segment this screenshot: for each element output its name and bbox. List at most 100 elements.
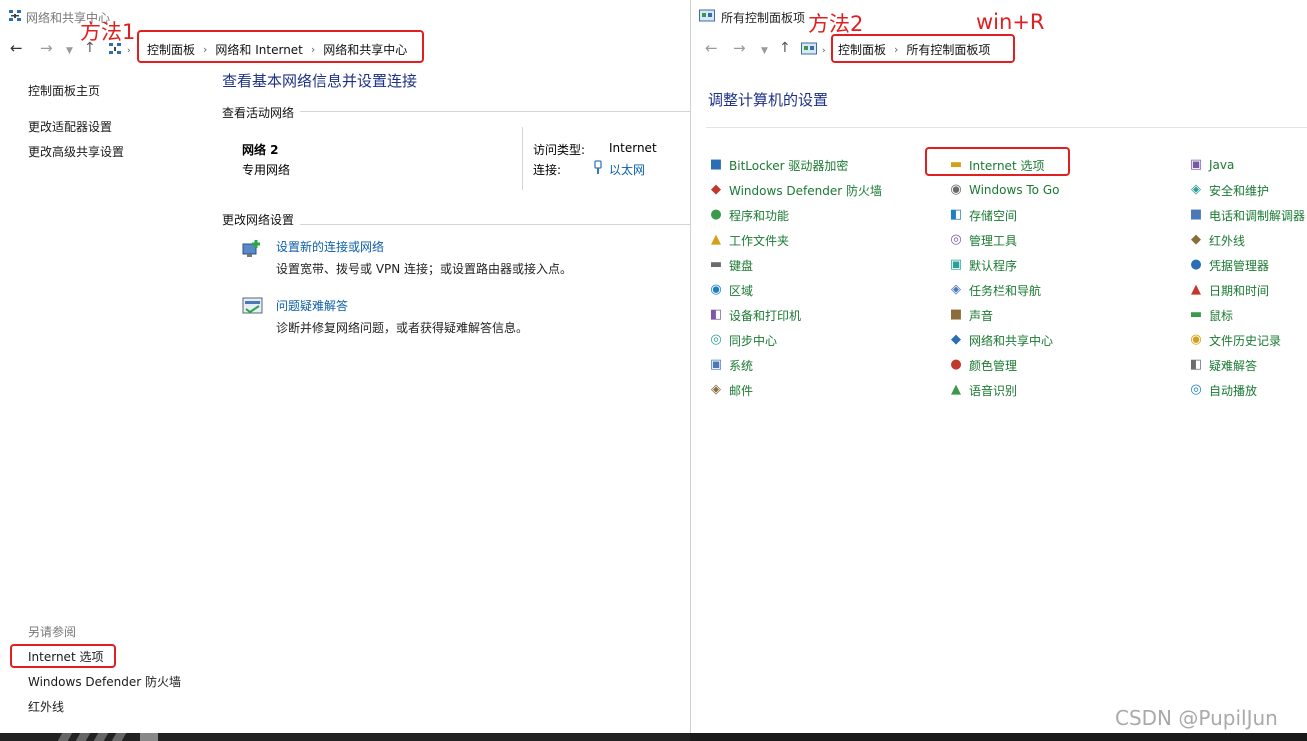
window-title: 所有控制面板项 — [721, 11, 806, 25]
chevron-down-icon[interactable]: ▼ — [66, 41, 73, 61]
control-panel-item[interactable]: ▲ 工作文件夹 — [708, 230, 789, 250]
control-panel-item-icon: ◆ — [1191, 232, 1201, 247]
control-panel-item[interactable]: ◆ 红外线 — [1188, 230, 1245, 250]
control-panel-item-icon: ◈ — [711, 382, 721, 397]
control-panel-item[interactable]: ■ 声音 — [948, 305, 993, 325]
change-adapter-settings-link[interactable]: 更改适配器设置 — [28, 118, 112, 135]
control-panel-item-icon: ◆ — [951, 332, 961, 347]
troubleshoot-icon — [242, 297, 263, 314]
control-panel-item[interactable]: ◉ 文件历史记录 — [1188, 330, 1281, 350]
control-panel-item-label: 设备和打印机 — [729, 308, 802, 323]
control-panel-item-icon: ● — [950, 357, 962, 372]
access-type-value: Internet — [609, 141, 657, 155]
control-panel-item-label: Windows To Go — [969, 183, 1060, 197]
up-arrow-icon[interactable]: ↑ — [779, 38, 791, 58]
control-panel-item-label: 电话和调制解调器 — [1209, 208, 1306, 223]
control-panel-item-icon: ▲ — [1191, 282, 1201, 297]
see-also-label: 另请参阅 — [28, 625, 77, 639]
control-panel-item-label: 文件历史记录 — [1209, 333, 1282, 348]
control-panel-item-label: 鼠标 — [1209, 308, 1234, 323]
control-panel-item-label: 邮件 — [729, 383, 754, 398]
troubleshoot-desc: 诊断并修复网络问题，或者获得疑难解答信息。 — [276, 321, 529, 335]
annotation-win-r: win+R — [976, 10, 1045, 34]
control-panel-item-label: 声音 — [969, 308, 994, 323]
back-arrow-icon[interactable]: ← — [705, 38, 718, 58]
control-panel-item[interactable]: ■ BitLocker 驱动器加密 — [708, 155, 849, 175]
control-panel-item[interactable]: ◈ 安全和维护 — [1188, 180, 1269, 200]
control-panel-item-icon: ▣ — [949, 257, 963, 272]
control-panel-item-label: 自动播放 — [1209, 383, 1258, 398]
ethernet-link[interactable]: 以太网 — [609, 161, 645, 178]
control-panel-item-label: 默认程序 — [969, 258, 1018, 273]
control-panel-item-icon: ◎ — [1190, 382, 1202, 397]
control-panel-item[interactable]: ▲ 日期和时间 — [1188, 280, 1269, 300]
control-panel-item-icon: ◈ — [1191, 182, 1201, 197]
setup-connection-desc: 设置宽带、拨号或 VPN 连接；或设置路由器或接入点。 — [276, 262, 573, 276]
watermark: CSDN @PupilJun — [1115, 706, 1278, 730]
control-panel-item-icon: ◧ — [709, 307, 723, 322]
control-panel-item[interactable]: ▣ 默认程序 — [948, 255, 1017, 275]
control-panel-item[interactable]: ▣ 系统 — [708, 355, 753, 375]
ethernet-icon — [594, 160, 602, 174]
control-panel-item[interactable]: ▲ 语音识别 — [948, 380, 1017, 400]
control-panel-item[interactable]: ◈ 邮件 — [708, 380, 753, 400]
control-panel-item[interactable]: ● 颜色管理 — [948, 355, 1017, 375]
control-panel-home-link[interactable]: 控制面板主页 — [28, 82, 100, 99]
control-panel-item-icon: ■ — [709, 157, 723, 172]
highlight-box — [10, 644, 116, 668]
control-panel-item[interactable]: ◎ 自动播放 — [1188, 380, 1257, 400]
control-panel-item-icon: ◎ — [950, 232, 962, 247]
control-panel-item-label: 键盘 — [729, 258, 754, 273]
control-panel-item[interactable]: ■ 电话和调制解调器 — [1188, 205, 1305, 225]
forward-arrow-icon[interactable]: → — [733, 38, 746, 58]
control-panel-item-label: 红外线 — [1209, 233, 1246, 248]
control-panel-item-label: 区域 — [729, 283, 754, 298]
control-panel-item[interactable]: ● 凭据管理器 — [1188, 255, 1269, 275]
divider — [522, 127, 523, 190]
highlight-box — [137, 30, 424, 63]
troubleshoot-link[interactable]: 问题疑难解答 — [276, 297, 348, 314]
control-panel-icon — [801, 42, 817, 55]
back-arrow-icon[interactable]: ← — [10, 38, 23, 58]
control-panel-item[interactable]: ◉ Windows To Go — [948, 180, 1059, 200]
control-panel-item[interactable]: ◆ Windows Defender 防火墙 — [708, 180, 882, 200]
control-panel-item[interactable]: ● 程序和功能 — [708, 205, 789, 225]
firewall-link[interactable]: Windows Defender 防火墙 — [28, 673, 181, 690]
infrared-link[interactable]: 红外线 — [28, 698, 64, 715]
chevron-right-icon[interactable]: › — [822, 41, 826, 61]
control-panel-item-icon: ◈ — [951, 282, 961, 297]
control-panel-item[interactable]: ◎ 同步中心 — [708, 330, 777, 350]
control-panel-item-icon: ◆ — [711, 182, 721, 197]
active-networks-heading: 查看活动网络 — [222, 104, 301, 121]
control-panel-item[interactable]: ◧ 设备和打印机 — [708, 305, 801, 325]
control-panel-item[interactable]: ▣ Java — [1188, 155, 1235, 175]
control-panel-item-label: 存储空间 — [969, 208, 1018, 223]
setup-connection-link[interactable]: 设置新的连接或网络 — [276, 238, 384, 255]
control-panel-item[interactable]: ◎ 管理工具 — [948, 230, 1017, 250]
control-panel-item-label: 疑难解答 — [1209, 358, 1258, 373]
control-panel-item-label: 程序和功能 — [729, 208, 790, 223]
control-panel-item-icon: ▣ — [1189, 157, 1203, 172]
forward-arrow-icon[interactable]: → — [40, 38, 53, 58]
control-panel-item[interactable]: ▬ 键盘 — [708, 255, 753, 275]
control-panel-item-label: Java — [1209, 158, 1235, 172]
control-panel-icon — [699, 9, 715, 22]
control-panel-item[interactable]: ◈ 任务栏和导航 — [948, 280, 1041, 300]
control-panel-item-icon: ◉ — [710, 282, 722, 297]
control-panel-item-icon: ◉ — [1190, 332, 1202, 347]
control-panel-item-icon: ● — [1190, 257, 1202, 272]
control-panel-item-label: BitLocker 驱动器加密 — [729, 158, 849, 173]
control-panel-item[interactable]: ◧ 疑难解答 — [1188, 355, 1257, 375]
chevron-down-icon[interactable]: ▼ — [761, 41, 768, 61]
control-panel-item-icon: ■ — [1189, 207, 1203, 222]
control-panel-item-icon: ◧ — [949, 207, 963, 222]
control-panel-item[interactable]: ▬ 鼠标 — [1188, 305, 1233, 325]
control-panel-item-label: 工作文件夹 — [729, 233, 790, 248]
change-advanced-sharing-link[interactable]: 更改高级共享设置 — [28, 143, 124, 160]
control-panel-item-label: 安全和维护 — [1209, 183, 1270, 198]
control-panel-item[interactable]: ◉ 区域 — [708, 280, 753, 300]
control-panel-item-label: 颜色管理 — [969, 358, 1018, 373]
control-panel-item[interactable]: ◆ 网络和共享中心 — [948, 330, 1053, 350]
control-panel-item[interactable]: ◧ 存储空间 — [948, 205, 1017, 225]
control-panel-item-label: 网络和共享中心 — [969, 333, 1054, 348]
